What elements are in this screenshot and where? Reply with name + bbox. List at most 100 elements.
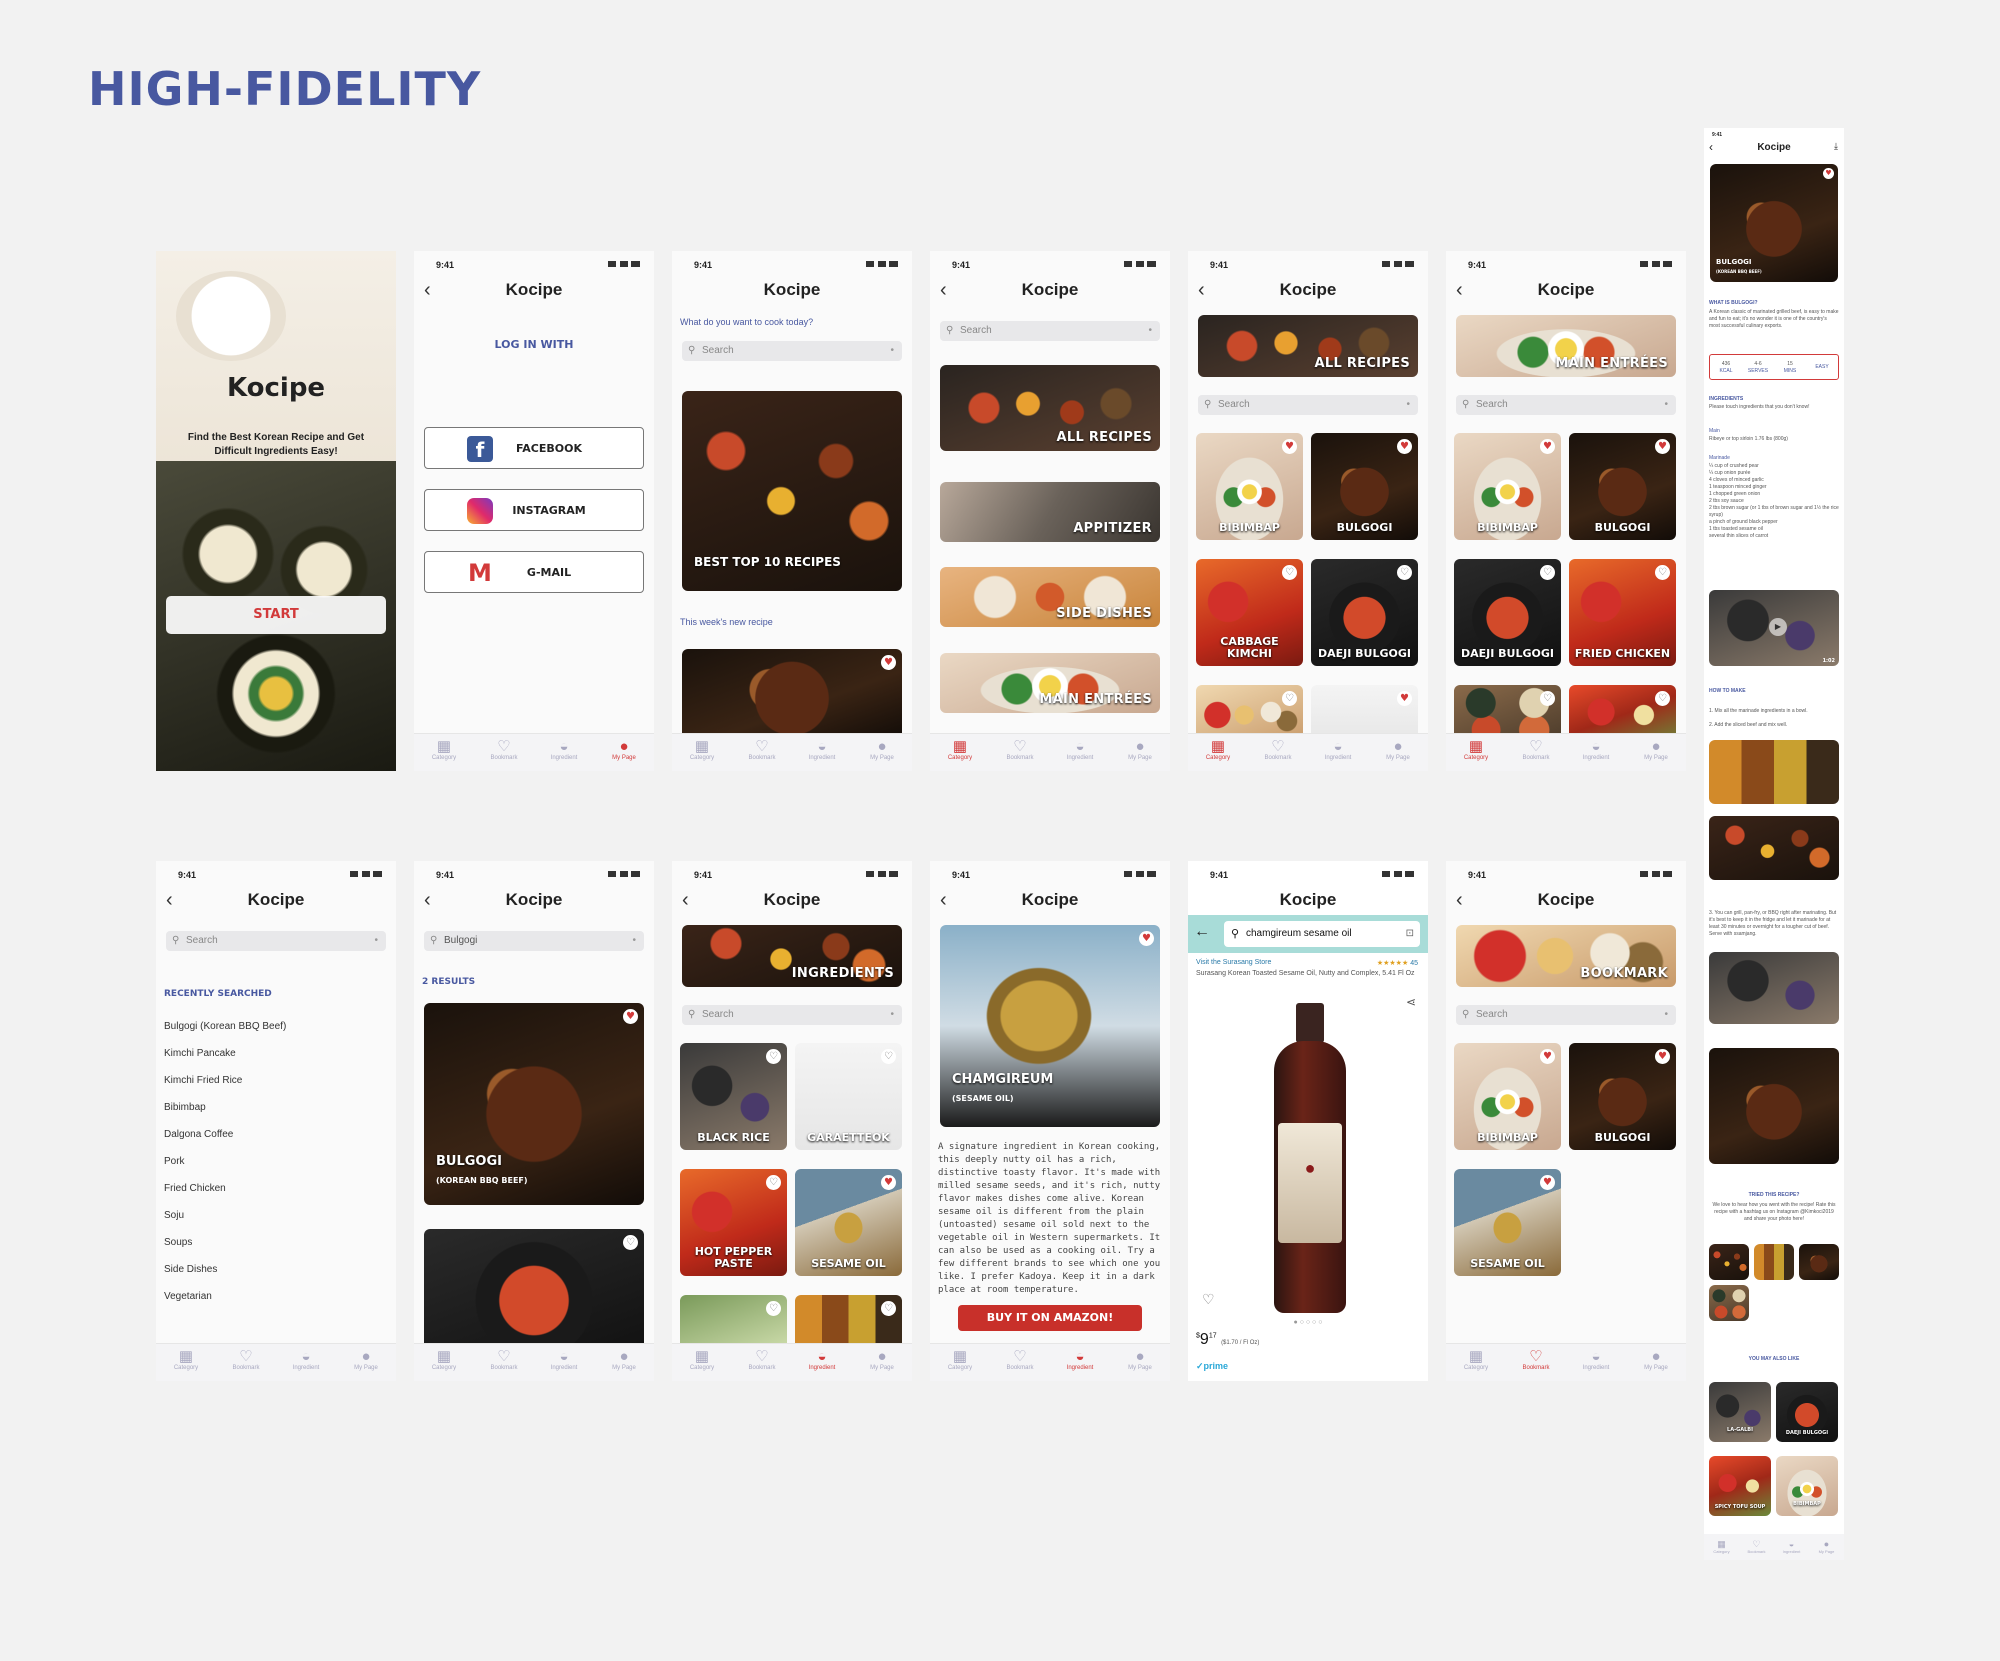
tab-category[interactable]: ▦ Category [1446, 1344, 1506, 1381]
bookmark-heart-icon[interactable]: ♡ [766, 1301, 781, 1316]
tab-bookmark[interactable]: ♡ Bookmark [1739, 1534, 1774, 1560]
bookmark-heart-icon[interactable]: ♥ [1540, 1175, 1555, 1190]
ingredient-card[interactable]: ♥ SESAME OIL [795, 1169, 902, 1276]
carousel-dots[interactable]: ● ○ ○ ○ ○ [1188, 1319, 1428, 1326]
tab-category[interactable]: ▦ Category [672, 734, 732, 771]
bookmark-heart-icon[interactable]: ♥ [623, 1009, 638, 1024]
tab-ingredient[interactable]: ◒ Ingredient [534, 734, 594, 771]
back-arrow-icon[interactable]: ← [1194, 923, 1210, 941]
tab-ingredient[interactable]: ◒ Ingredient [1050, 734, 1110, 771]
tab-my-page[interactable]: ● My Page [1110, 1344, 1170, 1381]
search-input[interactable]: Search [1456, 1005, 1676, 1025]
tab-category[interactable]: ▦ Category [1446, 734, 1506, 771]
back-icon[interactable]: ‹ [424, 275, 431, 305]
recipe-card[interactable]: ♡ DAEJI BULGOGI [1454, 559, 1561, 666]
tab-bookmark[interactable]: ♡ Bookmark [1248, 734, 1308, 771]
bookmark-card[interactable]: ♥ BULGOGI [1569, 1043, 1676, 1150]
bookmark-heart-icon[interactable]: ♡ [766, 1049, 781, 1064]
recipe-card[interactable]: ♥ BIBIMBAP [1196, 433, 1303, 540]
related-recipe-card[interactable]: LA-GALBI [1709, 1382, 1771, 1442]
best-recipes-card[interactable]: BEST TOP 10 RECIPES [682, 391, 902, 591]
tab-category[interactable]: ▦ Category [672, 1344, 732, 1381]
tab-ingredient[interactable]: ◒ Ingredient [1774, 1534, 1809, 1560]
tab-category[interactable]: ▦ Category [1704, 1534, 1739, 1560]
related-recipe-card[interactable]: BIBIMBAP [1776, 1456, 1838, 1516]
recipe-video[interactable]: ▶ 1:02 [1709, 590, 1839, 666]
bookmark-card[interactable]: ♥ BIBIMBAP [1454, 1043, 1561, 1150]
category-side-dishes[interactable]: SIDE DISHES [940, 567, 1160, 627]
bookmark-heart-icon[interactable]: ♡ [1540, 691, 1555, 706]
recent-item[interactable]: Soups [164, 1237, 192, 1248]
wishlist-heart-icon[interactable]: ♡ [1202, 1291, 1215, 1308]
ingredient-card[interactable]: ♡ GARAETTEOK [795, 1043, 902, 1150]
recent-item[interactable]: Bulgogi (Korean BBQ Beef) [164, 1021, 286, 1032]
tab-bookmark[interactable]: ♡ Bookmark [990, 734, 1050, 771]
bookmark-heart-icon[interactable]: ♥ [1540, 1049, 1555, 1064]
download-icon[interactable]: ⤓ [1834, 141, 1838, 152]
recipe-card[interactable]: ♡ FRIED CHICKEN [1569, 559, 1676, 666]
recent-item[interactable]: Kimchi Pancake [164, 1048, 236, 1059]
search-input[interactable]: Search [1456, 395, 1676, 415]
tab-my-page[interactable]: ● My Page [1626, 1344, 1686, 1381]
back-icon[interactable]: ‹ [940, 885, 947, 915]
recipe-card[interactable]: ♥ BULGOGI [1311, 433, 1418, 540]
tab-ingredient[interactable]: ◒ Ingredient [534, 1344, 594, 1381]
instagram-login-button[interactable]: INSTAGRAM [424, 489, 644, 531]
back-icon[interactable]: ‹ [1456, 275, 1463, 305]
related-recipe-card[interactable]: DAEJI BULGOGI [1776, 1382, 1838, 1442]
recent-item[interactable]: Bibimbap [164, 1102, 206, 1113]
tab-my-page[interactable]: ● My Page [594, 734, 654, 771]
bookmark-heart-icon[interactable]: ♥ [1397, 439, 1412, 454]
tab-bookmark[interactable]: ♡ Bookmark [1506, 1344, 1566, 1381]
recent-item[interactable]: Fried Chicken [164, 1183, 226, 1194]
bookmark-heart-icon[interactable]: ♡ [1282, 565, 1297, 580]
tab-ingredient[interactable]: ◒ Ingredient [1566, 734, 1626, 771]
recipe-card[interactable]: ♥ BULGOGI [1569, 433, 1676, 540]
user-photo[interactable] [1709, 1285, 1749, 1321]
recent-item[interactable]: Vegetarian [164, 1291, 212, 1302]
back-icon[interactable]: ‹ [1198, 275, 1205, 305]
camera-icon[interactable]: ⊡ [1406, 921, 1414, 947]
bookmark-heart-icon[interactable]: ♥ [1139, 931, 1154, 946]
bookmark-heart-icon[interactable]: ♥ [1540, 439, 1555, 454]
back-icon[interactable]: ‹ [166, 885, 173, 915]
tab-ingredient[interactable]: ◒ Ingredient [792, 1344, 852, 1381]
tab-ingredient[interactable]: ◒ Ingredient [1566, 1344, 1626, 1381]
recipe-card[interactable]: ♡ CABBAGE KIMCHI [1196, 559, 1303, 666]
tab-bookmark[interactable]: ♡ Bookmark [990, 1344, 1050, 1381]
search-input[interactable]: Search [682, 341, 902, 361]
bookmark-card[interactable]: ♥ SESAME OIL [1454, 1169, 1561, 1276]
bookmark-heart-icon[interactable]: ♡ [1397, 565, 1412, 580]
share-icon[interactable]: ⋖ [1406, 995, 1416, 1009]
back-icon[interactable]: ‹ [424, 885, 431, 915]
bookmark-heart-icon[interactable]: ♥ [1655, 439, 1670, 454]
tab-category[interactable]: ▦ Category [156, 1344, 216, 1381]
tab-category[interactable]: ▦ Category [414, 734, 474, 771]
tab-bookmark[interactable]: ♡ Bookmark [1506, 734, 1566, 771]
tab-category[interactable]: ▦ Category [414, 1344, 474, 1381]
category-main-entrees[interactable]: MAIN ENTRÉES [940, 653, 1160, 713]
gmail-login-button[interactable]: M G-MAIL [424, 551, 644, 593]
tab-bookmark[interactable]: ♡ Bookmark [216, 1344, 276, 1381]
start-button[interactable]: START [166, 596, 386, 634]
tab-bookmark[interactable]: ♡ Bookmark [732, 734, 792, 771]
tab-my-page[interactable]: ● My Page [594, 1344, 654, 1381]
tab-category[interactable]: ▦ Category [1188, 734, 1248, 771]
tab-ingredient[interactable]: ◒ Ingredient [792, 734, 852, 771]
bookmark-heart-icon[interactable]: ♡ [1655, 691, 1670, 706]
bookmark-heart-icon[interactable]: ♡ [881, 1049, 896, 1064]
user-photo[interactable] [1709, 1244, 1749, 1280]
new-recipe-card[interactable]: ♥ [682, 649, 902, 739]
back-icon[interactable]: ‹ [1709, 140, 1713, 154]
bookmark-heart-icon[interactable]: ♡ [1282, 691, 1297, 706]
tab-bookmark[interactable]: ♡ Bookmark [474, 1344, 534, 1381]
tab-my-page[interactable]: ● My Page [852, 1344, 912, 1381]
tab-ingredient[interactable]: ◒ Ingredient [1308, 734, 1368, 771]
related-recipe-card[interactable]: SPICY TOFU SOUP [1709, 1456, 1771, 1516]
recipe-card[interactable]: ♥ BIBIMBAP [1454, 433, 1561, 540]
recent-item[interactable]: Pork [164, 1156, 185, 1167]
recent-item[interactable]: Dalgona Coffee [164, 1129, 233, 1140]
search-input[interactable]: Search [682, 1005, 902, 1025]
bookmark-heart-icon[interactable]: ♥ [881, 1175, 896, 1190]
category-all-recipes[interactable]: ALL RECIPES [940, 365, 1160, 451]
